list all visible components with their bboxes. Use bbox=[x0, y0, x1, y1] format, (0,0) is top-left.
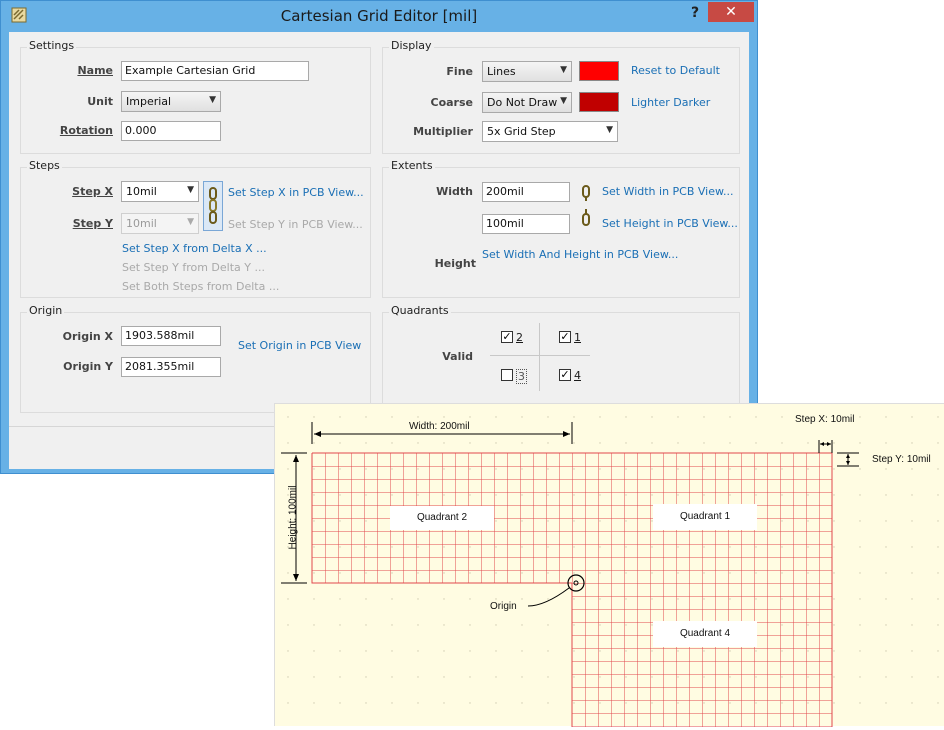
origin-x-field[interactable]: 1903.588mil bbox=[121, 326, 221, 346]
quadrant-divider-h bbox=[490, 355, 590, 356]
title-bar[interactable]: Cartesian Grid Editor [mil] ? ✕ bbox=[1, 1, 757, 31]
origin-y-field[interactable]: 2081.355mil bbox=[121, 357, 221, 377]
delta-x-link[interactable]: Set Step X from Delta X ... bbox=[122, 242, 267, 255]
quadrant-divider-v bbox=[539, 323, 540, 391]
help-button[interactable]: ? bbox=[685, 3, 705, 23]
coarse-dropdown[interactable]: Do Not Draw ▼ bbox=[482, 92, 572, 113]
width-field[interactable]: 200mil bbox=[482, 182, 570, 202]
multiplier-value: 5x Grid Step bbox=[487, 125, 556, 138]
step-y-dimension-label: Step Y: 10mil bbox=[872, 454, 931, 465]
name-field[interactable]: Example Cartesian Grid bbox=[121, 61, 309, 81]
extents-title: Extents bbox=[389, 159, 435, 172]
chevron-down-icon: ▼ bbox=[187, 185, 194, 195]
fine-value: Lines bbox=[487, 65, 516, 78]
reset-to-default-link[interactable]: Reset to Default bbox=[631, 64, 720, 77]
quadrant-1-checkbox[interactable]: ✓ bbox=[559, 331, 571, 343]
grid-lower-region bbox=[572, 583, 832, 727]
origin-x-label: Origin X bbox=[62, 330, 113, 343]
quadrant-2-label: 2 bbox=[516, 331, 523, 344]
fine-color-swatch[interactable] bbox=[579, 61, 619, 81]
rotation-field[interactable]: 0.000 bbox=[121, 121, 221, 141]
coarse-value: Do Not Draw bbox=[487, 96, 558, 109]
origin-callout-label: Origin bbox=[490, 601, 517, 612]
name-label: Name bbox=[77, 64, 113, 77]
step-x-dropdown[interactable]: 10mil ▼ bbox=[121, 181, 199, 202]
coarse-label: Coarse bbox=[430, 96, 474, 109]
broken-chain-icon bbox=[582, 185, 590, 226]
quadrants-title: Quadrants bbox=[389, 304, 451, 317]
height-field[interactable]: 100mil bbox=[482, 214, 570, 234]
fine-dropdown[interactable]: Lines ▼ bbox=[482, 61, 572, 82]
origin-group: Origin Origin X 1903.588mil Set Origin i… bbox=[20, 304, 371, 413]
close-button[interactable]: ✕ bbox=[708, 2, 754, 22]
chevron-down-icon: ▼ bbox=[606, 125, 613, 135]
chevron-down-icon: ▼ bbox=[187, 217, 194, 227]
chevron-down-icon: ▼ bbox=[560, 96, 567, 106]
quadrant-1-label: 1 bbox=[574, 331, 581, 344]
step-y-label-text: Step Y bbox=[72, 217, 113, 230]
window-title: Cartesian Grid Editor [mil] bbox=[280, 7, 478, 25]
quadrant-3-label: 3 bbox=[516, 369, 527, 384]
set-width-link[interactable]: Set Width in PCB View... bbox=[602, 185, 733, 198]
step-x-label: Step X bbox=[61, 185, 113, 198]
coarse-color-swatch[interactable] bbox=[579, 92, 619, 112]
unit-value: Imperial bbox=[126, 95, 172, 108]
set-step-x-link[interactable]: Set Step X in PCB View... bbox=[228, 186, 364, 199]
quadrant-2-checkbox[interactable]: ✓ bbox=[501, 331, 513, 343]
quadrant-3-checkbox[interactable] bbox=[501, 369, 513, 381]
set-width-height-link[interactable]: Set Width And Height in PCB View... bbox=[482, 248, 678, 261]
step-x-value: 10mil bbox=[126, 185, 157, 198]
steps-title: Steps bbox=[27, 159, 62, 172]
extents-group: Extents Width 200mil Set Width in PCB Vi… bbox=[382, 159, 740, 298]
rotation-label: Rotation bbox=[59, 124, 113, 137]
height-label: Height bbox=[434, 257, 476, 270]
set-origin-link[interactable]: Set Origin in PCB View bbox=[238, 339, 361, 352]
set-step-y-link[interactable]: Set Step Y in PCB View... bbox=[228, 218, 363, 231]
quadrant-4-label-box: Quadrant 4 bbox=[653, 621, 757, 647]
origin-y-label: Origin Y bbox=[63, 360, 113, 373]
settings-group: Settings Name Example Cartesian Grid Uni… bbox=[20, 39, 371, 154]
multiplier-dropdown[interactable]: 5x Grid Step ▼ bbox=[482, 121, 618, 142]
quadrants-group: Quadrants Valid ✓ 2 ✓ 1 3 ✓ 4 bbox=[382, 304, 740, 413]
unit-label: Unit bbox=[87, 95, 113, 108]
step-x-label-text: Step X bbox=[72, 185, 113, 198]
steps-group: Steps Step X 10mil ▼ Set Step X in PCB V… bbox=[20, 159, 371, 298]
valid-label: Valid bbox=[442, 350, 473, 363]
origin-title: Origin bbox=[27, 304, 65, 317]
quadrant-4-checkbox[interactable]: ✓ bbox=[559, 369, 571, 381]
grid-diagram: Width: 200mil Height: 100mil Step X: 10m… bbox=[274, 403, 944, 727]
display-group: Display Fine Lines ▼ Reset to Default Co… bbox=[382, 39, 740, 154]
step-y-value: 10mil bbox=[126, 217, 157, 230]
multiplier-label: Multiplier bbox=[413, 125, 473, 138]
unit-dropdown[interactable]: Imperial ▼ bbox=[121, 91, 221, 112]
fine-label: Fine bbox=[446, 65, 473, 78]
step-y-dropdown[interactable]: 10mil ▼ bbox=[121, 213, 199, 234]
delta-y-link[interactable]: Set Step Y from Delta Y ... bbox=[122, 261, 265, 274]
settings-title: Settings bbox=[27, 39, 77, 52]
grid-diagram-svg bbox=[275, 404, 944, 727]
width-label: Width bbox=[436, 185, 473, 198]
quadrant-2-label-box: Quadrant 2 bbox=[390, 506, 494, 530]
set-height-link[interactable]: Set Height in PCB View... bbox=[602, 217, 738, 230]
step-x-dimension-label: Step X: 10mil bbox=[795, 414, 855, 425]
display-title: Display bbox=[389, 39, 434, 52]
step-y-label: Step Y bbox=[61, 217, 113, 230]
quadrant-1-label-box: Quadrant 1 bbox=[653, 504, 757, 530]
chevron-down-icon: ▼ bbox=[560, 65, 567, 75]
quadrant-4-label: 4 bbox=[574, 369, 581, 382]
height-dimension-label: Height: 100mil bbox=[287, 485, 299, 550]
chevron-down-icon: ▼ bbox=[209, 95, 216, 105]
both-steps-link[interactable]: Set Both Steps from Delta ... bbox=[122, 280, 279, 293]
lighter-darker-link[interactable]: Lighter Darker bbox=[631, 96, 710, 109]
link-extents-toggle[interactable] bbox=[576, 180, 596, 230]
width-dimension-label: Width: 200mil bbox=[409, 421, 470, 432]
chain-link-icon bbox=[209, 187, 217, 224]
link-steps-toggle[interactable] bbox=[203, 181, 223, 231]
